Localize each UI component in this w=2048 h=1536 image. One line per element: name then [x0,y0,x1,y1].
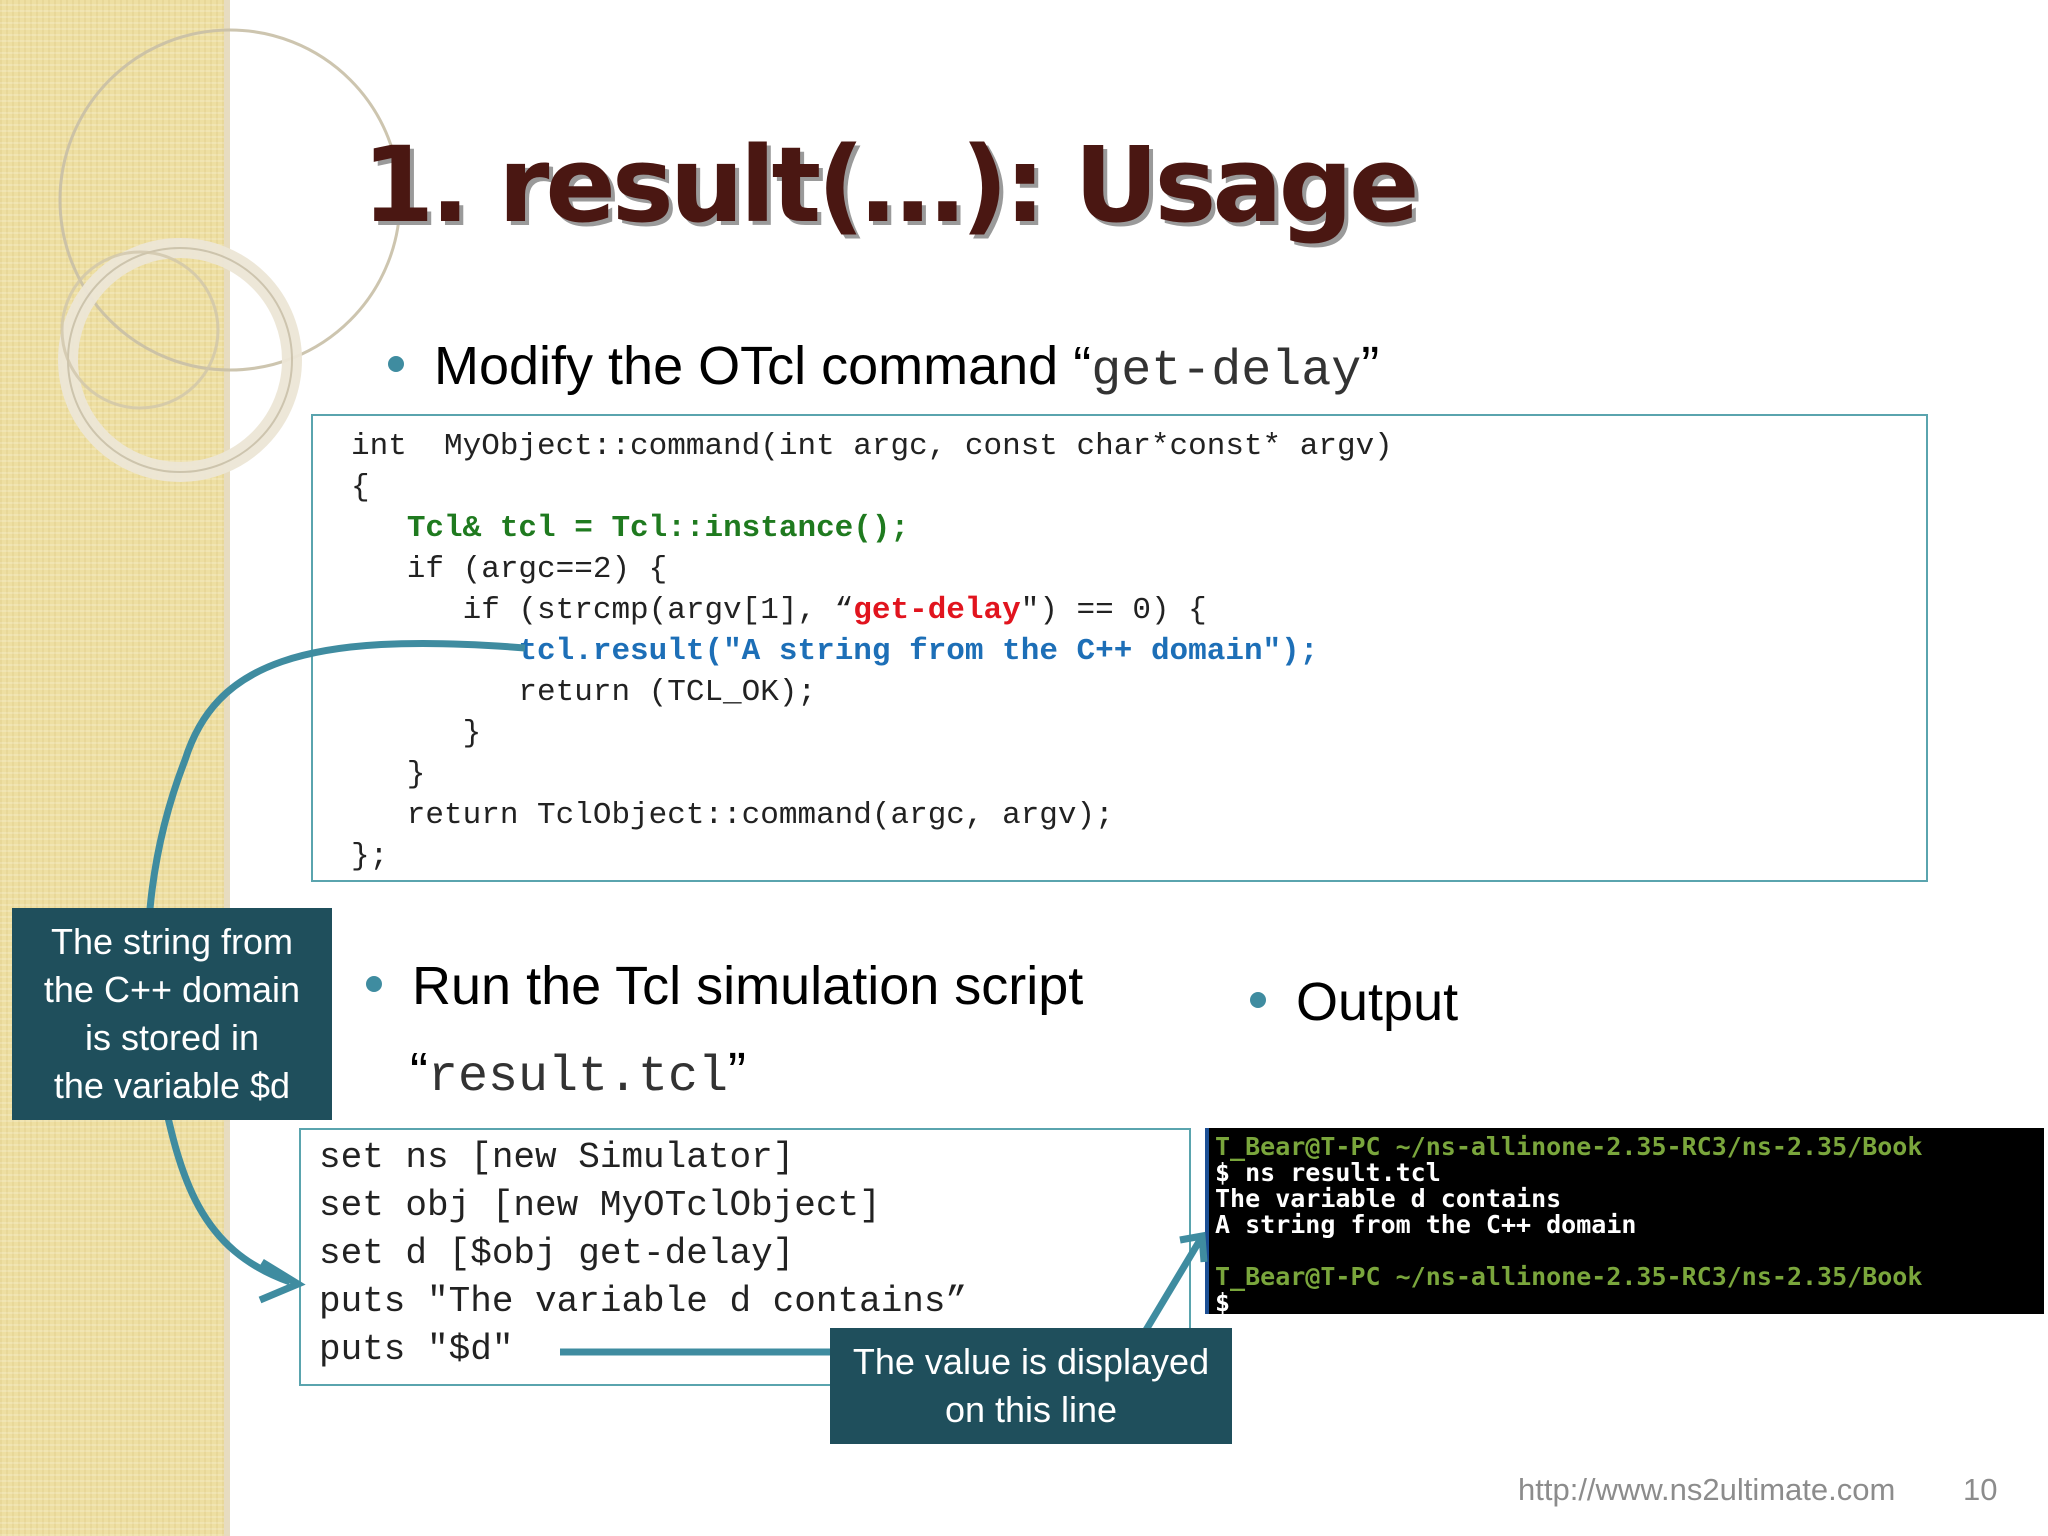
code-line-tcl-instance: Tcl& tcl = Tcl::instance(); [406,511,910,546]
bullet-output-text: Output [1296,972,1459,1032]
bullet-modify-text: Modify the OTcl command “ [434,336,1092,396]
terminal-output-line: A string from the C++ domain [1215,1210,1637,1239]
tcl-line: set obj [new MyOTclObject] [319,1185,881,1226]
slide-title: 1. result(…): Usage [362,124,1420,246]
quote-close: ” [728,1042,747,1102]
terminal-command: $ ns result.tcl [1215,1158,1441,1187]
tcl-line: puts "$d" [319,1329,514,1370]
callout-string-stored: The string from the C++ domain is stored… [12,908,332,1120]
bullet-run-script: Run the Tcl simulation script [366,954,1084,1019]
bullet-dot [366,976,382,992]
tcl-line: set d [$obj get-delay] [319,1233,795,1274]
cpp-code-box: int MyObject::command(int argc, const ch… [311,414,1928,882]
code-line: return TclObject::command(argc, argv); [351,798,1114,833]
terminal-prompt: T_Bear@T-PC ~/ns-allinone-2.35-RC3/ns-2.… [1215,1262,1923,1291]
arrowhead-left [258,1259,306,1304]
code-line: int MyObject::command(int argc, const ch… [351,429,1393,464]
bullet-output: Output [1250,970,1459,1035]
code-get-delay-keyword: get-delay [853,593,1021,628]
code-line: } [351,716,482,751]
callout-value-displayed: The value is displayed on this line [830,1328,1232,1444]
code-line: if (strcmp(argv[1], “ [351,593,854,628]
tcl-line: set ns [new Simulator] [319,1137,795,1178]
bullet-modify-code: get-delay [1091,343,1362,400]
cpp-code: int MyObject::command(int argc, const ch… [351,426,1393,877]
code-line-tcl-result: tcl.result("A string from the C++ domain… [518,634,1319,669]
bullet-run-filename: “result.tcl” [410,1040,746,1108]
script-filename: result.tcl [427,1049,729,1106]
code-line: ") == 0) { [1020,593,1207,628]
bullet-modify-suffix: ” [1361,336,1380,396]
code-line: }; [351,839,389,874]
tcl-line: puts "The variable d contains” [319,1281,968,1322]
bullet-dot [1250,992,1266,1008]
bullet-modify-command: Modify the OTcl command “get-delay” [388,334,1380,402]
quote-open: “ [410,1042,428,1102]
code-line: } [351,757,426,792]
bullet-run-text: Run the Tcl simulation script [412,956,1084,1016]
terminal-text: T_Bear@T-PC ~/ns-allinone-2.35-RC3/ns-2.… [1215,1132,1923,1315]
terminal-cursor: $ [1215,1288,1231,1315]
page-number: 10 [1963,1472,1998,1507]
terminal-output: T_Bear@T-PC ~/ns-allinone-2.35-RC3/ns-2.… [1205,1128,2044,1314]
bullet-dot [388,356,404,372]
code-line: return (TCL_OK); [351,675,817,710]
terminal-output-line: The variable d contains [1215,1184,1562,1213]
code-line: { [351,470,370,505]
terminal-prompt: T_Bear@T-PC ~/ns-allinone-2.35-RC3/ns-2.… [1215,1132,1923,1161]
footer-url[interactable]: http://www.ns2ultimate.com [1518,1472,1895,1508]
code-line: if (argc==2) { [351,552,668,587]
